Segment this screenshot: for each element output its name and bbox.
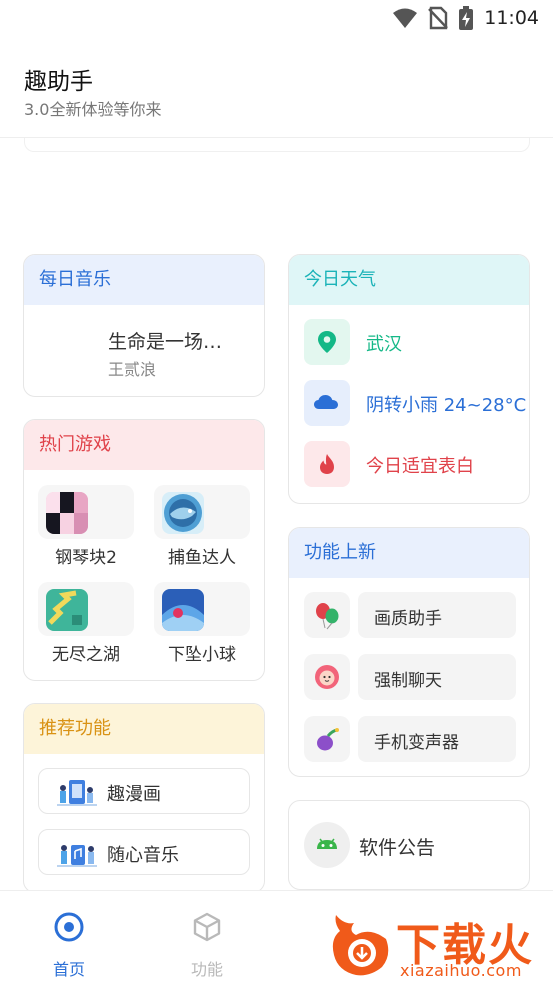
game-item-fishing[interactable]: 捕鱼达人 xyxy=(154,485,250,581)
music-label: 随心音乐 xyxy=(107,845,179,866)
game-label: 下坠小球 xyxy=(168,645,236,665)
software-notice-card[interactable]: 软件公告 xyxy=(288,800,530,890)
game-label: 捕鱼达人 xyxy=(168,548,236,568)
weather-condition-row: 阴转小雨 24~28°C xyxy=(304,380,529,428)
status-time: 11:04 xyxy=(484,7,539,29)
game-item-piano-tiles[interactable]: 钢琴块2 xyxy=(38,485,134,581)
recommended-features-card: 推荐功能 趣漫画 随心音乐 xyxy=(23,703,265,893)
battery-charging-icon xyxy=(459,6,474,30)
no-sim-icon xyxy=(428,6,449,30)
cube-icon xyxy=(193,912,221,942)
game-label: 钢琴块2 xyxy=(55,548,117,568)
feature-button[interactable]: 手机变声器 xyxy=(358,716,516,762)
lion-icon xyxy=(304,654,350,700)
android-icon xyxy=(304,822,350,868)
app-subtitle: 3.0全新体验等你来 xyxy=(24,100,162,119)
status-icons: 11:04 xyxy=(392,6,539,30)
new-features-title: 功能上新 xyxy=(289,528,529,578)
weather-card: 今日天气 武汉 阴转小雨 24~28°C 今日适宜表白 xyxy=(288,254,530,504)
falling-ball-game-icon xyxy=(162,589,204,631)
banner-placeholder[interactable] xyxy=(24,138,530,152)
feature-label: 强制聊天 xyxy=(374,671,442,691)
new-features-card: 功能上新 画质助手 强制聊天 手机变声器 xyxy=(288,527,530,777)
hot-games-card: 热门游戏 钢琴块2 捕鱼达人 无尽之湖 下坠小球 xyxy=(23,419,265,681)
feature-label: 画质助手 xyxy=(374,609,442,629)
flame-logo-icon xyxy=(332,915,389,976)
song-artist: 王贰浪 xyxy=(108,360,157,379)
music-button[interactable]: 随心音乐 xyxy=(38,829,250,875)
weather-condition: 阴转小雨 24~28°C xyxy=(366,395,527,416)
flame-icon xyxy=(304,441,350,487)
hot-games-title: 热门游戏 xyxy=(24,420,264,470)
nav-item-functions[interactable]: 功能 xyxy=(162,901,252,979)
weather-tip-row: 今日适宜表白 xyxy=(304,441,529,489)
game-label: 无尽之湖 xyxy=(52,645,120,665)
wifi-icon xyxy=(393,8,418,28)
app-title: 趣助手 xyxy=(24,69,93,95)
game-tile xyxy=(38,582,134,636)
software-notice-label: 软件公告 xyxy=(359,837,436,859)
comic-button[interactable]: 趣漫画 xyxy=(38,768,250,814)
balloons-icon xyxy=(304,592,350,638)
feature-button[interactable]: 强制聊天 xyxy=(358,654,516,700)
eggplant-icon xyxy=(304,716,350,762)
status-bar: 11:04 xyxy=(0,0,553,38)
feature-quality-assistant[interactable]: 画质助手 xyxy=(304,592,516,638)
nav-label-home: 首页 xyxy=(52,960,85,979)
daily-music-card[interactable]: 每日音乐 生命是一场… 王贰浪 xyxy=(23,254,265,397)
weather-location-row: 武汉 xyxy=(304,319,529,367)
game-item-endless-lake[interactable]: 无尽之湖 xyxy=(38,582,134,678)
game-tile xyxy=(38,485,134,539)
game-tile xyxy=(154,485,250,539)
nav-item-home[interactable]: 首页 xyxy=(24,901,114,979)
comic-illustration-icon xyxy=(57,780,97,806)
weather-tip: 今日适宜表白 xyxy=(366,456,474,477)
app-header: 趣助手 3.0全新体验等你来 xyxy=(0,38,553,138)
cloud-icon xyxy=(304,380,350,426)
fishing-game-icon xyxy=(162,492,204,534)
game-tile xyxy=(154,582,250,636)
endless-lake-game-icon xyxy=(46,589,88,631)
song-title[interactable]: 生命是一场… xyxy=(108,327,222,354)
home-target-icon xyxy=(54,912,84,942)
weather-title: 今日天气 xyxy=(289,255,529,305)
feature-label: 手机变声器 xyxy=(374,733,459,753)
watermark-url: xiazaihuo.com xyxy=(400,961,522,980)
daily-music-title: 每日音乐 xyxy=(24,255,264,305)
feature-button[interactable]: 画质助手 xyxy=(358,592,516,638)
game-item-falling-ball[interactable]: 下坠小球 xyxy=(154,582,250,678)
feature-voice-changer[interactable]: 手机变声器 xyxy=(304,716,516,762)
weather-city: 武汉 xyxy=(366,334,402,355)
xiazaihuo-watermark: 下载火 xiazaihuo.com xyxy=(326,907,552,980)
location-pin-icon xyxy=(304,319,350,365)
feature-force-chat[interactable]: 强制聊天 xyxy=(304,654,516,700)
comic-label: 趣漫画 xyxy=(107,784,161,805)
music-illustration-icon xyxy=(57,845,97,867)
piano-tiles-game-icon xyxy=(46,492,88,534)
recommended-features-title: 推荐功能 xyxy=(24,704,264,754)
nav-label-functions: 功能 xyxy=(190,960,223,979)
